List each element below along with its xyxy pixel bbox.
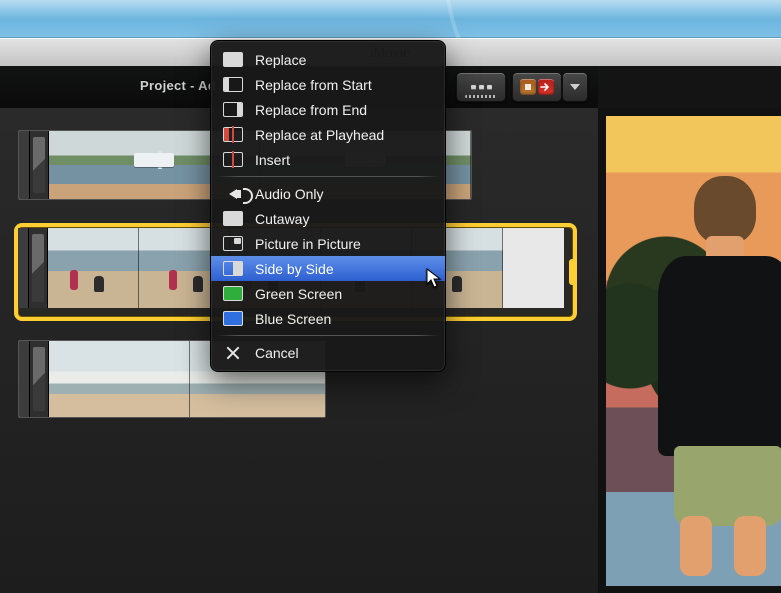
clip-frame[interactable] [48, 228, 139, 308]
preview-figure-shape [646, 176, 781, 566]
share-arrow-icon [538, 79, 554, 95]
green-screen-icon [223, 286, 243, 301]
cutaway-icon [223, 211, 243, 226]
menu-item-label: Cutaway [255, 211, 309, 227]
thumbstrip-icon [465, 95, 497, 98]
menu-item-blue-screen[interactable]: Blue Screen [211, 306, 445, 331]
replace-from-end-icon [223, 102, 243, 117]
menu-separator [217, 176, 439, 177]
menu-item-cancel[interactable]: Cancel [211, 340, 445, 365]
transition-icon[interactable] [29, 228, 48, 308]
menu-item-picture-in-picture[interactable]: Picture in Picture [211, 231, 445, 256]
share-well-button[interactable] [512, 72, 562, 102]
audio-only-icon [223, 186, 243, 201]
menu-item-replace-at-playhead[interactable]: Replace at Playhead [211, 122, 445, 147]
side-by-side-icon [223, 261, 243, 276]
clip-start-cap [19, 341, 30, 417]
menu-separator [217, 335, 439, 336]
clip-start-cap [19, 131, 30, 199]
selection-handle[interactable] [569, 259, 575, 285]
clip-start-cap [18, 228, 29, 308]
menu-item-replace-from-start[interactable]: Replace from Start [211, 72, 445, 97]
menu-item-audio-only[interactable]: Audio Only [211, 181, 445, 206]
macos-menubar-background [0, 0, 781, 38]
blue-screen-icon [223, 311, 243, 326]
replace-icon [223, 52, 243, 67]
menu-item-replace-from-end[interactable]: Replace from End [211, 97, 445, 122]
menu-item-label: Green Screen [255, 286, 342, 302]
menu-item-label: Cancel [255, 345, 299, 361]
menu-item-label: Replace from End [255, 102, 367, 118]
replace-at-playhead-icon [223, 127, 243, 142]
preview-video-frame[interactable] [606, 116, 781, 586]
thumb-dot-icon [487, 85, 492, 90]
picture-in-picture-icon [223, 236, 243, 251]
clip-ragged-edge-icon [471, 131, 472, 199]
clip-frame[interactable] [49, 341, 190, 417]
transition-icon[interactable] [30, 341, 49, 417]
menu-item-side-by-side[interactable]: Side by Side [211, 256, 445, 281]
project-options-dropdown[interactable] [562, 72, 588, 102]
menu-item-label: Audio Only [255, 186, 323, 202]
thumb-dot-icon [471, 85, 476, 90]
transition-icon[interactable] [30, 131, 49, 199]
share-tile-icon [520, 79, 536, 95]
menu-item-label: Replace [255, 52, 306, 68]
menu-item-label: Insert [255, 152, 290, 168]
menu-item-label: Picture in Picture [255, 236, 361, 252]
menu-item-label: Replace at Playhead [255, 127, 384, 143]
menu-item-green-screen[interactable]: Green Screen [211, 281, 445, 306]
menu-item-label: Side by Side [255, 261, 334, 277]
project-breadcrumb[interactable]: Project - Ad [140, 78, 216, 93]
menu-item-label: Replace from Start [255, 77, 372, 93]
chevron-down-icon [570, 84, 580, 90]
menu-item-label: Blue Screen [255, 311, 331, 327]
thumb-dot-icon [479, 85, 484, 90]
mouse-cursor-icon [426, 268, 442, 290]
replace-from-start-icon [223, 77, 243, 92]
menu-item-replace[interactable]: Replace [211, 47, 445, 72]
cancel-icon [223, 345, 243, 360]
drop-context-menu[interactable]: Replace Replace from Start Replace from … [210, 40, 446, 372]
preview-panel [598, 66, 781, 593]
thumbnail-size-button[interactable] [456, 72, 506, 102]
menu-item-insert[interactable]: Insert [211, 147, 445, 172]
insert-icon [223, 152, 243, 167]
menu-item-cutaway[interactable]: Cutaway [211, 206, 445, 231]
